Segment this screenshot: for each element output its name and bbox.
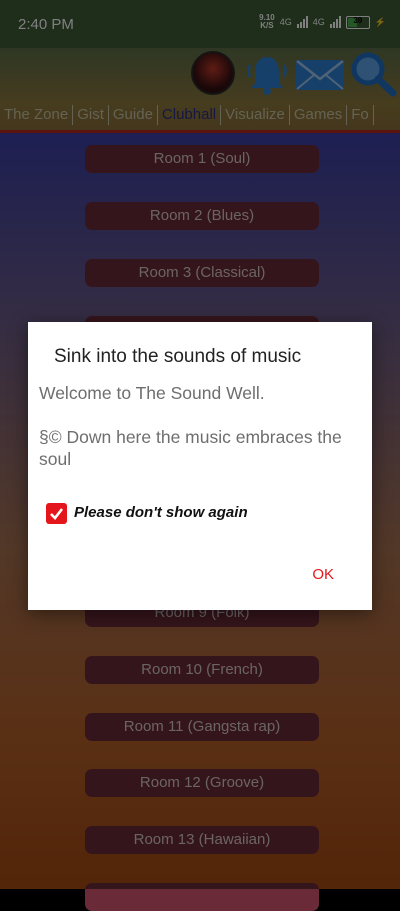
checkmark-icon [50, 508, 64, 520]
dialog-message-line: §© Down here the music embraces the soul [39, 427, 342, 469]
welcome-dialog: Sink into the sounds of music Welcome to… [28, 322, 372, 610]
dont-show-again-checkbox[interactable] [46, 503, 67, 524]
dont-show-again-label[interactable]: Please don't show again [74, 504, 248, 521]
dialog-message-line: Welcome to The Sound Well. [39, 383, 265, 403]
ok-button[interactable]: OK [312, 566, 334, 583]
dialog-message: Welcome to The Sound Well. §© Down here … [39, 382, 359, 492]
dialog-title: Sink into the sounds of music [54, 346, 302, 367]
